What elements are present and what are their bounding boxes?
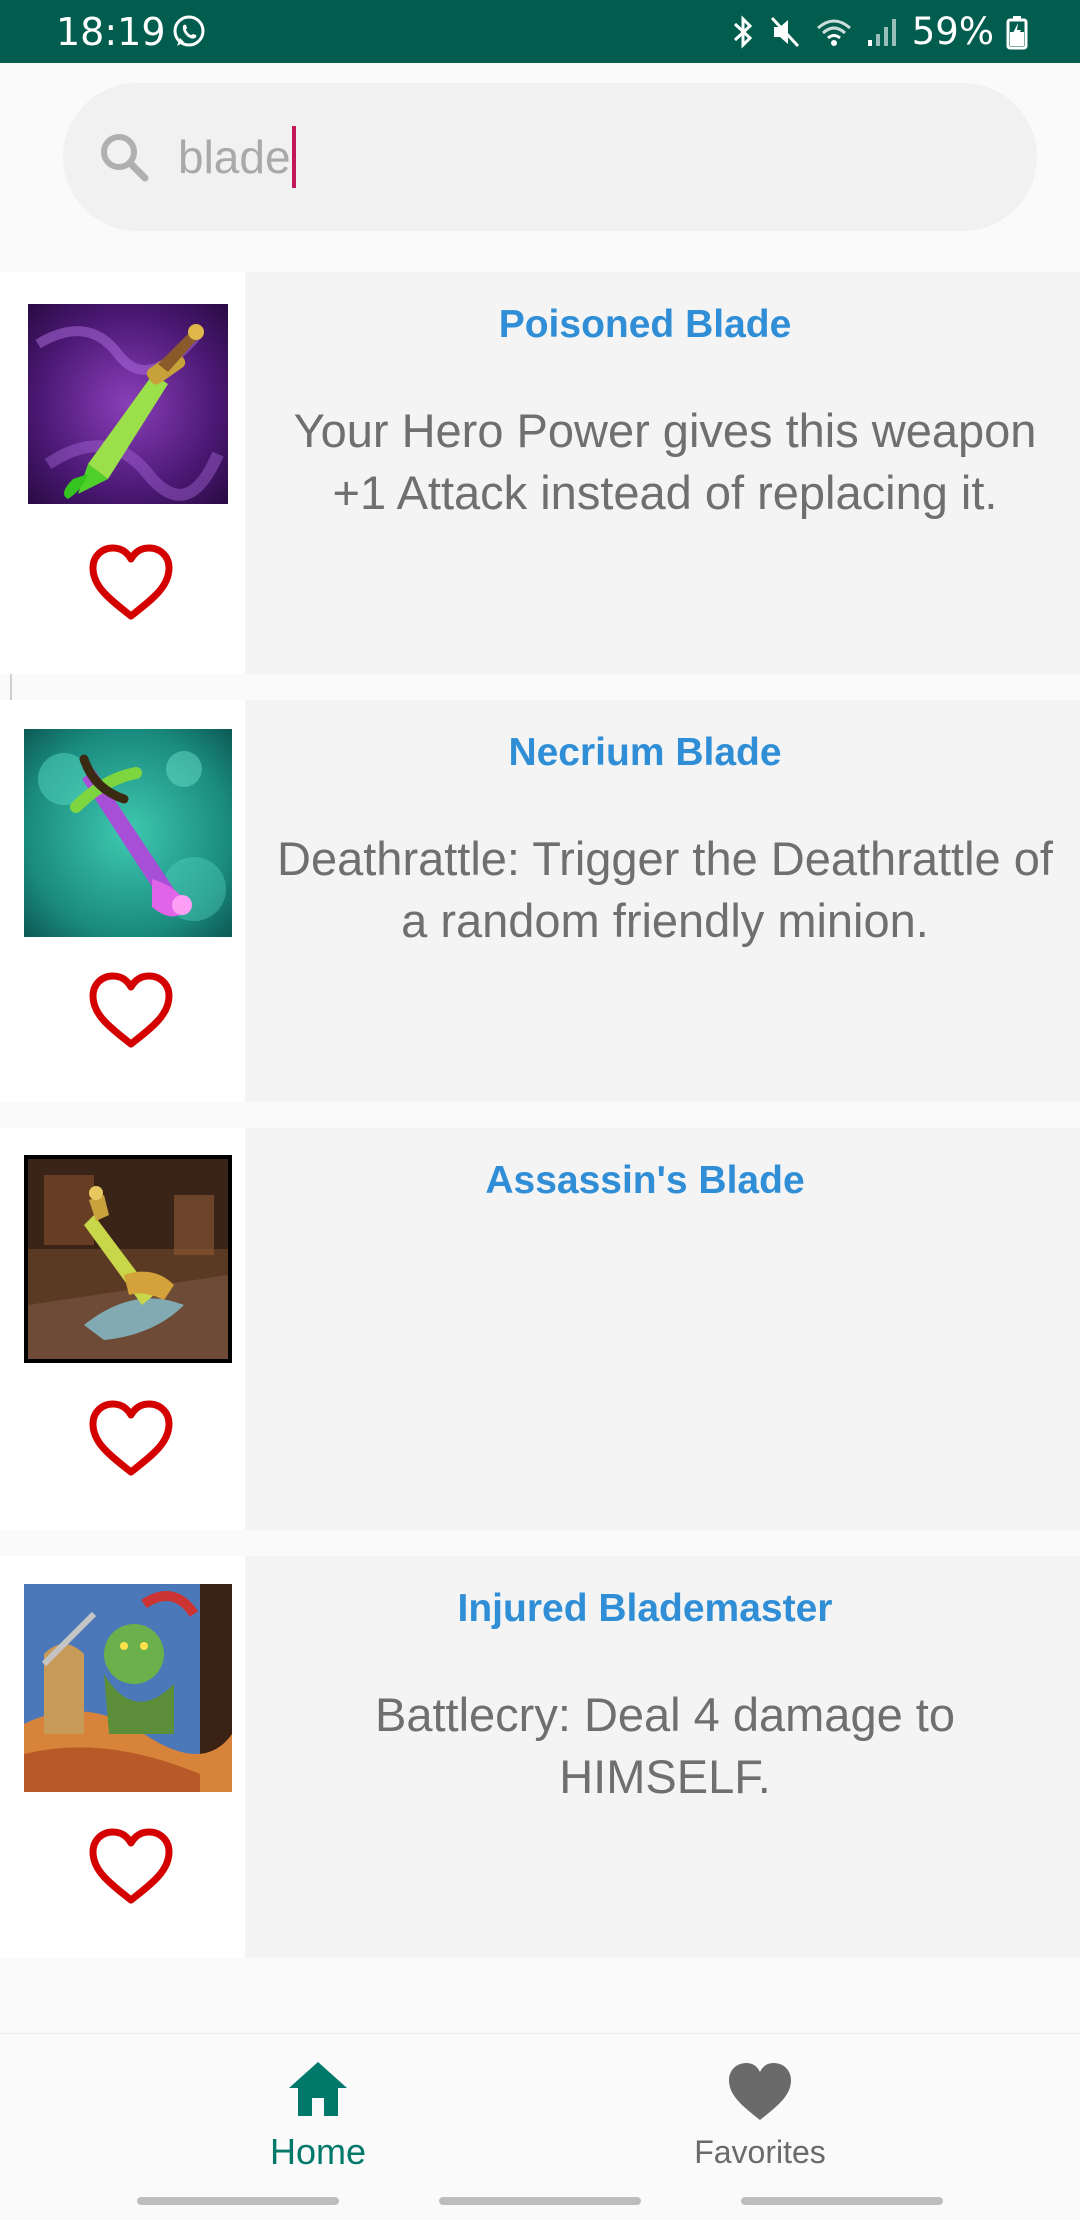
- poisoned-blade-art: [28, 304, 228, 504]
- card-image: [28, 304, 228, 504]
- gesture-recent-apps[interactable]: [137, 2197, 339, 2205]
- status-bar: 18:19 59%: [0, 0, 1080, 63]
- whatsapp-icon: [173, 15, 205, 47]
- list-item[interactable]: Necrium Blade Deathrattle: Trigger the D…: [0, 700, 1080, 1102]
- heart-filled-icon: [729, 2063, 791, 2120]
- heart-outline-icon[interactable]: [88, 542, 174, 622]
- home-icon: [289, 2062, 347, 2116]
- battery-percentage: 59%: [911, 10, 994, 53]
- list-item[interactable]: Injured Blademaster Battlecry: Deal 4 da…: [0, 1556, 1080, 1958]
- card-body[interactable]: Poisoned Blade Your Hero Power gives thi…: [245, 272, 1080, 674]
- text-caret: [291, 125, 296, 188]
- heart-outline-icon[interactable]: [88, 1826, 174, 1906]
- nav-favorites[interactable]: Favorites: [610, 2034, 910, 2184]
- signal-icon: [867, 19, 896, 46]
- list-item[interactable]: Poisoned Blade Your Hero Power gives thi…: [0, 272, 1080, 674]
- gesture-home[interactable]: [439, 2197, 641, 2205]
- nav-home-label: Home: [269, 2131, 367, 2172]
- card-image: [24, 1155, 232, 1363]
- bottom-navigation: Home Favorites: [0, 2033, 1080, 2184]
- card-title[interactable]: Injured Blademaster: [245, 1584, 1045, 1634]
- assassins-blade-art: [28, 1159, 228, 1359]
- card-description: Battlecry: Deal 4 damage to HIMSELF.: [375, 1688, 955, 1803]
- nav-favorites-label: Favorites: [694, 2134, 826, 2170]
- nav-home[interactable]: Home: [168, 2034, 468, 2184]
- card-description: Your Hero Power gives this weapon +1 Att…: [293, 404, 1037, 519]
- card-body[interactable]: Injured Blademaster Battlecry: Deal 4 da…: [245, 1556, 1080, 1958]
- mute-icon: [770, 16, 799, 48]
- card-image: [24, 1584, 232, 1792]
- injured-blademaster-art: [24, 1584, 232, 1792]
- gesture-back[interactable]: [741, 2197, 943, 2205]
- card-description: Deathrattle: Trigger the Deathrattle of …: [277, 832, 1053, 947]
- bluetooth-icon: [733, 15, 752, 49]
- card-title[interactable]: Assassin's Blade: [245, 1156, 1045, 1206]
- search-icon: [101, 134, 149, 182]
- list-item[interactable]: Assassin's Blade: [0, 1128, 1080, 1530]
- card-title[interactable]: Necrium Blade: [245, 728, 1045, 778]
- battery-icon: [1006, 16, 1028, 50]
- necrium-blade-art: [24, 729, 232, 937]
- search-input[interactable]: blade: [178, 123, 296, 192]
- system-navigation-bar: [0, 2183, 1080, 2220]
- status-icons: 59%: [730, 8, 1028, 56]
- card-title[interactable]: Poisoned Blade: [245, 300, 1045, 350]
- card-body[interactable]: Assassin's Blade: [245, 1128, 1080, 1530]
- wifi-icon: [816, 19, 851, 46]
- heart-outline-icon[interactable]: [88, 970, 174, 1050]
- heart-outline-icon[interactable]: [88, 1398, 174, 1478]
- card-body[interactable]: Necrium Blade Deathrattle: Trigger the D…: [245, 700, 1080, 1102]
- search-input-value: blade: [178, 131, 291, 183]
- search-bar[interactable]: blade: [63, 83, 1037, 231]
- card-image: [24, 729, 232, 937]
- status-time: 18:19: [56, 10, 166, 54]
